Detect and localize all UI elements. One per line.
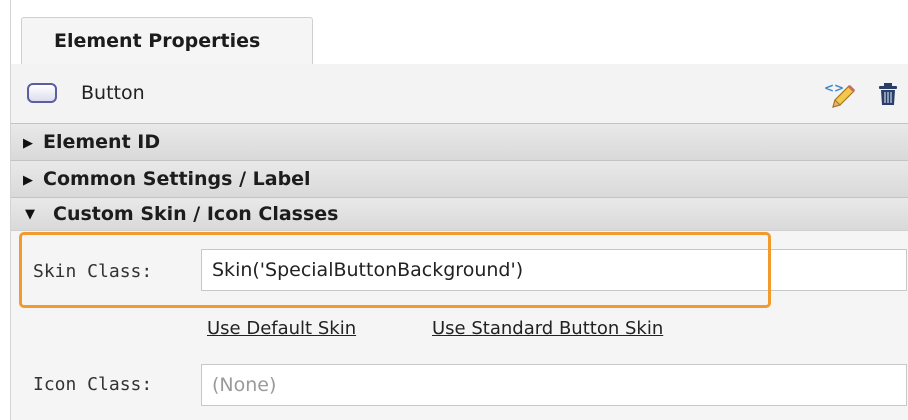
custom-skin-body: Skin Class: Skin('SpecialButtonBackgroun…	[11, 230, 908, 420]
use-standard-button-skin-link[interactable]: Use Standard Button Skin	[432, 318, 663, 339]
section-common-settings[interactable]: ▶ Common Settings / Label	[11, 160, 908, 197]
edit-code-icon[interactable]: <>	[823, 80, 857, 110]
section-custom-skin[interactable]: ▼ Custom Skin / Icon Classes	[11, 197, 908, 230]
element-type-label: Button	[81, 82, 145, 104]
use-default-skin-link[interactable]: Use Default Skin	[207, 318, 356, 339]
svg-text:<>: <>	[824, 81, 844, 95]
section-label: Custom Skin / Icon Classes	[53, 203, 339, 225]
icon-class-label: Icon Class:	[33, 374, 153, 395]
tab-element-properties[interactable]: Element Properties	[21, 17, 313, 64]
section-label: Element ID	[43, 131, 161, 153]
section-label: Common Settings / Label	[43, 168, 311, 190]
expanded-arrow-icon: ▼	[25, 207, 35, 222]
tab-strip: Element Properties	[11, 0, 908, 65]
collapsed-arrow-icon: ▶	[23, 173, 33, 188]
skin-class-label: Skin Class:	[33, 261, 153, 282]
button-element-icon	[27, 83, 57, 103]
trash-icon[interactable]	[877, 82, 899, 106]
icon-class-input[interactable]: (None)	[201, 364, 907, 406]
skin-class-input[interactable]: Skin('SpecialButtonBackground')	[201, 249, 907, 291]
collapsed-arrow-icon: ▶	[23, 136, 33, 151]
element-header-row: Button <>	[11, 64, 908, 123]
element-properties-panel: Element Properties Button <> ▶ Element I…	[10, 0, 908, 420]
tab-label: Element Properties	[54, 30, 261, 52]
section-element-id[interactable]: ▶ Element ID	[11, 123, 908, 160]
